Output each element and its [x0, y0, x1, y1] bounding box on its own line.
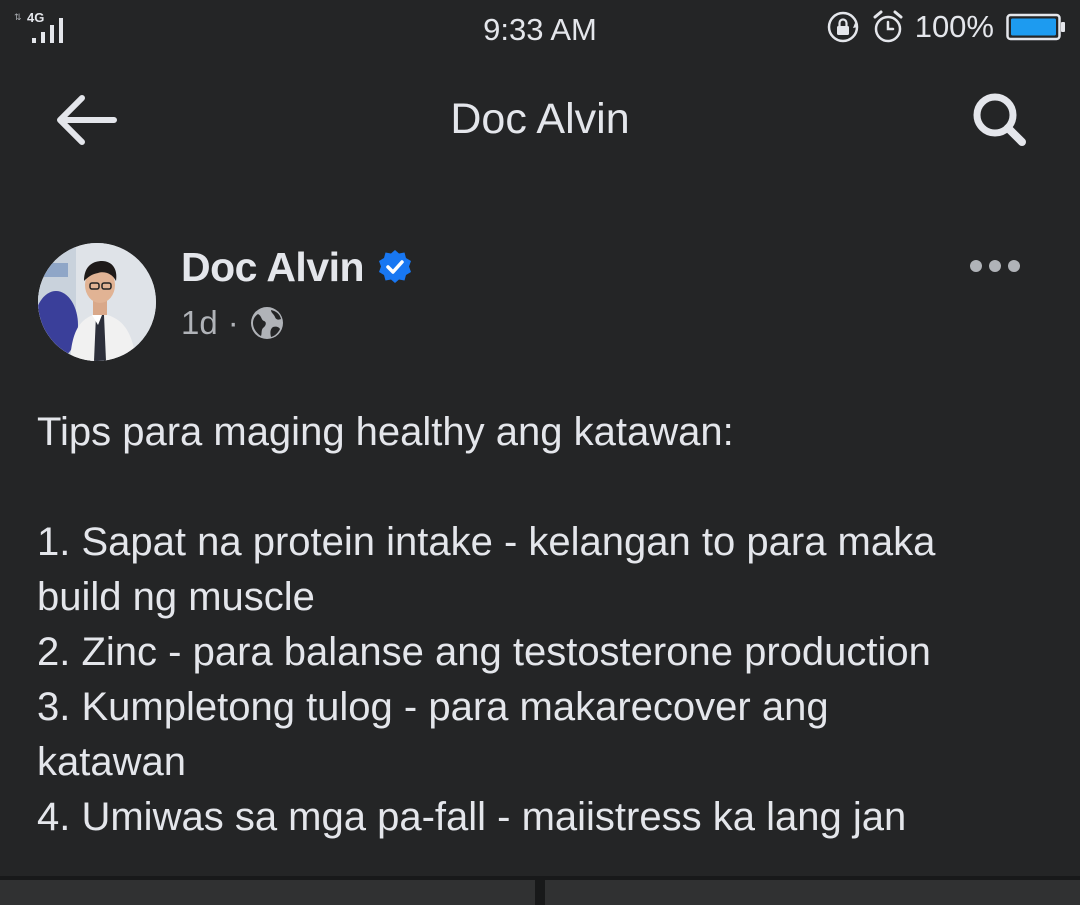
- post-line: Tips para maging healthy ang katawan:: [37, 410, 734, 454]
- rotation-lock-icon: [827, 11, 858, 43]
- post-text: Tips para maging healthy ang katawan: 1.…: [37, 405, 1047, 845]
- search-icon: [973, 93, 1026, 146]
- search-button[interactable]: [960, 85, 1040, 155]
- verified-badge-icon: [379, 250, 412, 283]
- post-line: 1. Sapat na protein intake - kelangan to…: [37, 520, 936, 564]
- page-title: Doc Alvin: [450, 95, 630, 143]
- post-timestamp[interactable]: 1d: [181, 304, 218, 342]
- post-meta: 1d ·: [181, 300, 285, 346]
- media-separator: [535, 880, 545, 905]
- battery-percentage: 100%: [914, 9, 994, 44]
- post-line: katawan: [37, 740, 186, 784]
- status-icons: 100%: [825, 9, 1066, 45]
- avatar[interactable]: [38, 243, 156, 361]
- post-options-button[interactable]: [960, 248, 1030, 284]
- alarm-icon: [873, 10, 903, 43]
- more-horizontal-icon: [970, 260, 1020, 272]
- post-line: build ng muscle: [37, 575, 315, 619]
- post-line: 2. Zinc - para balanse ang testosterone …: [37, 630, 931, 674]
- post-line: 3. Kumpletong tulog - para makarecover a…: [37, 685, 829, 729]
- post-author-row: Doc Alvin: [181, 240, 414, 294]
- globe-icon: [250, 307, 283, 339]
- status-bar: ⇅ 4G 9:33 AM 100%: [0, 0, 1080, 55]
- post-line-blank: [37, 460, 1047, 515]
- post-line: 4. Umiwas sa mga pa-fall - maiistress ka…: [37, 795, 907, 839]
- screen: ⇅ 4G 9:33 AM 100% Doc Alvin Doc Alvin 1d…: [0, 0, 1080, 905]
- profile-photo: [38, 243, 156, 361]
- page-header: Doc Alvin: [0, 70, 1080, 170]
- post-author-name[interactable]: Doc Alvin: [181, 244, 365, 291]
- meta-separator: ·: [227, 304, 239, 341]
- battery-icon: [1006, 13, 1065, 41]
